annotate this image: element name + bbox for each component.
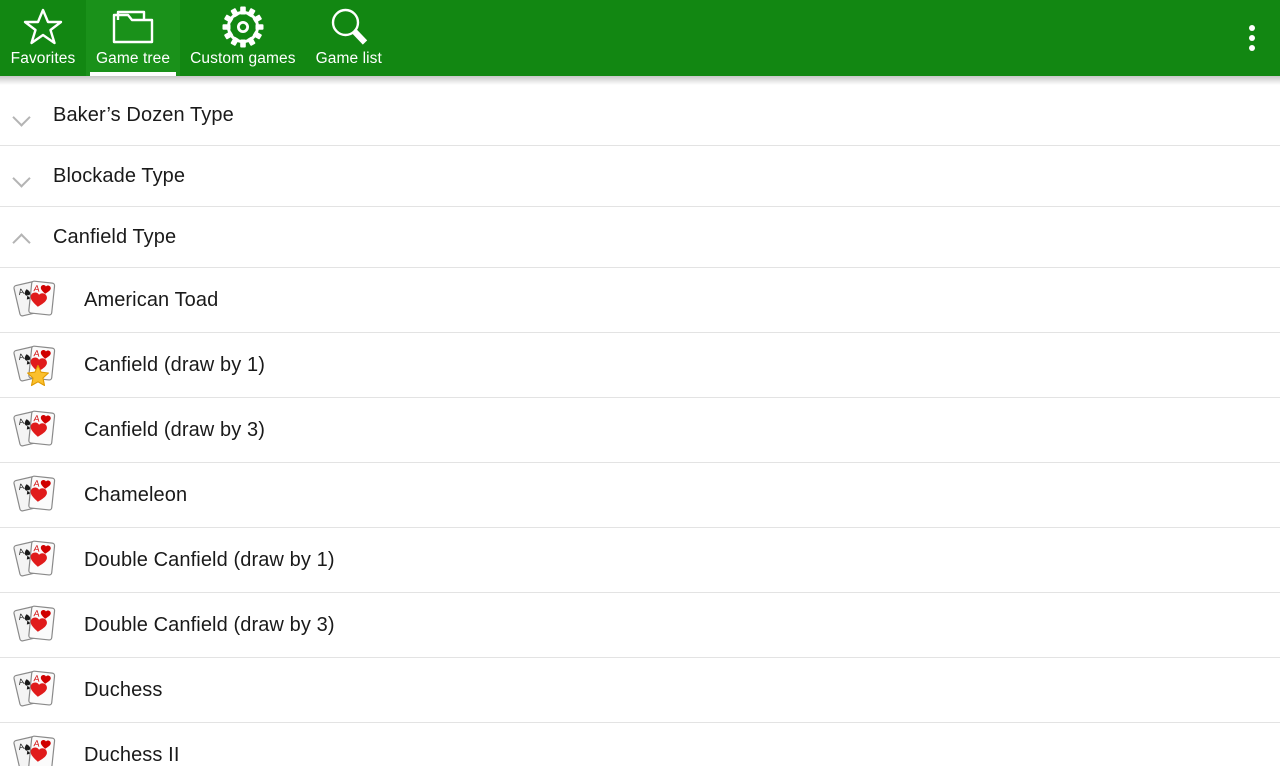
- tab-active-indicator: [90, 72, 177, 76]
- gear-icon: [222, 4, 264, 50]
- appbar-shadow: [0, 76, 1280, 85]
- magnifier-icon: [328, 4, 370, 50]
- tab-label: Game list: [315, 50, 382, 67]
- playing-cards-favorite-icon: AA: [0, 343, 72, 387]
- game-list-item[interactable]: A A Double Canfield (draw by 3): [0, 593, 1280, 658]
- tab-label: Game tree: [96, 50, 171, 67]
- playing-cards-icon: AA: [0, 473, 72, 517]
- chevron-cell: [0, 232, 42, 242]
- svg-text:A: A: [33, 543, 40, 554]
- game-list-item[interactable]: A A American Toad: [0, 268, 1280, 333]
- folder-icon: [111, 4, 155, 50]
- chevron-cell: [0, 110, 42, 120]
- game-list-item-label: Duchess: [84, 678, 163, 701]
- svg-text:A: A: [33, 283, 40, 294]
- svg-text:A: A: [33, 478, 40, 489]
- tab-game-list[interactable]: Game list: [306, 0, 392, 76]
- group-header-label: Canfield Type: [53, 225, 177, 248]
- top-tab-bar: Favorites Game tree Custom games Game list: [0, 0, 1280, 76]
- tab-active-indicator: [310, 72, 388, 76]
- game-list-item-label: Double Canfield (draw by 1): [84, 548, 335, 571]
- group-header-label: Blockade Type: [53, 164, 186, 187]
- game-list-item[interactable]: A A Duchess: [0, 658, 1280, 723]
- game-list-item-label: Double Canfield (draw by 3): [84, 613, 335, 636]
- game-list-item-label: Duchess II: [84, 743, 180, 766]
- group-header-label: Baker’s Dozen Type: [53, 103, 234, 126]
- chevron-cell: [0, 171, 42, 181]
- tab-label: Custom games: [190, 50, 296, 67]
- game-list-item[interactable]: A A Canfield (draw by 3): [0, 398, 1280, 463]
- tab-favorites[interactable]: Favorites: [0, 0, 86, 76]
- overflow-dot: [1249, 35, 1255, 41]
- svg-text:A: A: [33, 348, 40, 359]
- tab-game-tree[interactable]: Game tree: [86, 0, 181, 76]
- game-list-item-label: Canfield (draw by 1): [84, 353, 265, 376]
- tab-label: Favorites: [10, 50, 76, 67]
- game-list-item[interactable]: A A Double Canfield (draw by 1): [0, 528, 1280, 593]
- tab-custom-games[interactable]: Custom games: [180, 0, 305, 76]
- playing-cards-icon: AA: [0, 278, 72, 322]
- playing-cards-icon: AA: [0, 538, 72, 582]
- svg-text:A: A: [33, 413, 40, 424]
- playing-cards-icon: AA: [0, 668, 72, 712]
- game-list-item-label: Canfield (draw by 3): [84, 418, 265, 441]
- chevron-down-icon: [13, 110, 30, 120]
- overflow-dot: [1249, 45, 1255, 51]
- game-list-item[interactable]: A A Chameleon: [0, 463, 1280, 528]
- star-icon: [23, 4, 63, 50]
- tab-active-indicator: [184, 72, 301, 76]
- svg-text:A: A: [33, 673, 40, 684]
- game-list-item-label: American Toad: [84, 288, 219, 311]
- overflow-dot: [1249, 25, 1255, 31]
- tab-active-indicator: [4, 72, 82, 76]
- chevron-down-icon: [13, 171, 30, 181]
- chevron-up-icon: [13, 232, 30, 242]
- game-list-item[interactable]: A A Canfield (draw by 1): [0, 333, 1280, 398]
- playing-cards-icon: AA: [0, 408, 72, 452]
- tabs-container: Favorites Game tree Custom games Game list: [0, 0, 392, 76]
- svg-text:A: A: [33, 738, 40, 749]
- playing-cards-icon: AA: [0, 733, 72, 766]
- game-tree-list[interactable]: Baker’s Dozen Type Blockade Type Canfield …: [0, 85, 1280, 766]
- svg-text:A: A: [33, 608, 40, 619]
- group-header-row[interactable]: Baker’s Dozen Type: [0, 85, 1280, 146]
- game-list-item[interactable]: A A Duchess II: [0, 723, 1280, 766]
- overflow-menu-icon[interactable]: [1224, 0, 1280, 76]
- game-list-item-label: Chameleon: [84, 483, 188, 506]
- playing-cards-icon: AA: [0, 603, 72, 647]
- group-header-row[interactable]: Canfield Type: [0, 207, 1280, 268]
- group-header-row[interactable]: Blockade Type: [0, 146, 1280, 207]
